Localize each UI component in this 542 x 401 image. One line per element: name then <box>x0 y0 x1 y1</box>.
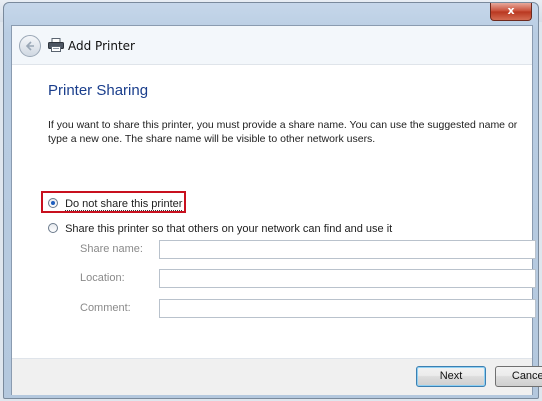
dialog-window: x Add Printer Printer Sharing If you wan… <box>3 2 542 399</box>
radio-no-share-label: Do not share this printer <box>65 198 183 211</box>
dialog-header: Add Printer <box>12 26 532 64</box>
next-button[interactable]: Next <box>416 366 486 387</box>
dialog-title: Add Printer <box>68 39 135 53</box>
comment-label: Comment: <box>80 302 131 314</box>
radio-button-selected[interactable] <box>48 198 58 208</box>
share-name-input[interactable] <box>159 240 536 259</box>
location-input[interactable] <box>159 269 536 288</box>
page-title: Printer Sharing <box>48 82 149 99</box>
radio-no-share[interactable]: Do not share this printer <box>48 198 183 211</box>
share-name-label: Share name: <box>80 243 143 255</box>
comment-input[interactable] <box>159 299 536 318</box>
back-arrow-icon <box>25 41 34 51</box>
radio-share[interactable]: Share this printer so that others on you… <box>48 223 392 235</box>
back-button[interactable] <box>19 35 41 57</box>
close-icon: x <box>507 4 515 17</box>
radio-button-unselected[interactable] <box>48 223 58 233</box>
close-button[interactable]: x <box>490 3 532 21</box>
location-label: Location: <box>80 272 125 284</box>
dialog-footer: Next Cancel <box>12 358 542 395</box>
page-description: If you want to share this printer, you m… <box>48 119 518 145</box>
dialog-content: Printer Sharing If you want to share thi… <box>12 64 536 359</box>
radio-share-label: Share this printer so that others on you… <box>65 223 393 235</box>
printer-icon <box>48 38 64 52</box>
dialog-body: Add Printer Printer Sharing If you want … <box>11 25 542 395</box>
cancel-button[interactable]: Cancel <box>495 366 542 387</box>
